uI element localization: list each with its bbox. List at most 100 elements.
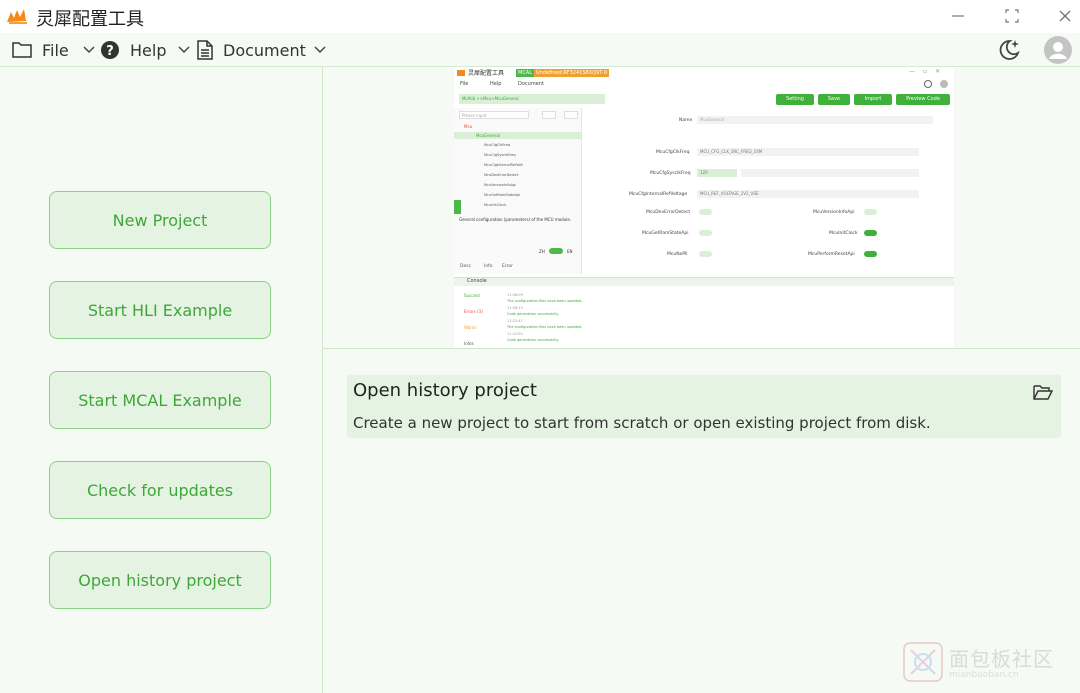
- mini-tree-item: McuCfgSysclkFreq: [484, 153, 516, 157]
- mini-tree-item: McuCfgClkFreq: [484, 143, 510, 147]
- mini-avatar-icon: [940, 80, 948, 88]
- menu-document[interactable]: Document: [197, 33, 306, 67]
- maximize-icon: [1005, 9, 1019, 23]
- preview-screenshot: 灵犀配置工具 MCAL Undefined:RF3241S8XQ9T-0 —▫✕…: [454, 67, 954, 348]
- user-avatar-icon[interactable]: [1044, 36, 1072, 64]
- dark-mode-toggle-icon[interactable]: [996, 37, 1022, 63]
- mini-badge-mcal: MCAL: [516, 69, 535, 77]
- open-history-project-button[interactable]: Open history project: [49, 551, 271, 609]
- check-for-updates-button[interactable]: Check for updates: [49, 461, 271, 519]
- mini-name-field: McuGeneral: [697, 116, 933, 124]
- mini-toggle: [864, 209, 877, 215]
- open-folder-icon[interactable]: [1033, 383, 1053, 401]
- svg-text:?: ?: [106, 44, 114, 59]
- mini-toggle-label: McuInitClock: [829, 231, 858, 236]
- menu-document-label: Document: [223, 40, 306, 60]
- mini-expand-handle: [454, 200, 461, 214]
- minimize-icon: [952, 15, 964, 17]
- mini-lang-toggle: [549, 248, 563, 254]
- history-project-card[interactable]: Open history project Create a new projec…: [347, 375, 1061, 438]
- menu-help[interactable]: ? Help: [100, 33, 166, 67]
- mini-tree-item: McuVersionInfoApi: [484, 183, 517, 187]
- watermark: 面包板社区 mianbaoban.cn: [901, 640, 1076, 686]
- mini-console-line: Code generation successfully.: [507, 338, 559, 342]
- mini-import-button: Import: [854, 94, 892, 105]
- mini-tree-item: McuGetRamStateApi: [484, 193, 521, 197]
- mini-logo-icon: [457, 70, 465, 76]
- mini-field-extra: [741, 169, 919, 177]
- mini-console-tab: Warns: [464, 325, 477, 330]
- mini-badge-project: Undefined:RF3241S8XQ9T-0: [534, 69, 609, 77]
- mini-field-value: MCU_REF_VOLTAGE_1V2_USE: [697, 190, 919, 198]
- mini-toggle: [864, 230, 877, 236]
- mini-tree-item: McuInitClock: [484, 203, 507, 207]
- mini-name-label: Name: [679, 118, 693, 123]
- card-description: Create a new project to start from scrat…: [353, 414, 931, 432]
- mini-toggle: [699, 230, 712, 236]
- start-mcal-example-button[interactable]: Start MCAL Example: [49, 371, 271, 429]
- menu-file[interactable]: File: [12, 33, 69, 67]
- mini-window-controls: —▫✕: [909, 68, 949, 75]
- minimize-button[interactable]: [947, 5, 969, 27]
- help-circle-icon: ?: [101, 41, 119, 59]
- mini-console-line: Code generation successfully.: [507, 312, 559, 316]
- mini-toggle: [699, 209, 712, 215]
- mini-path-bar: McAlib >>Mcu>McuGeneral: [459, 94, 605, 104]
- mini-tree-item: McuDevErrorDetect: [484, 173, 519, 177]
- watermark-logo-icon: [903, 642, 943, 682]
- mini-tree-item: McuCfgInternalRefVolt: [484, 163, 523, 167]
- close-icon: [1059, 10, 1071, 22]
- chevron-down-icon[interactable]: [82, 42, 96, 56]
- maximize-button[interactable]: [1001, 5, 1023, 27]
- mini-console-line: 11:22:50: [507, 332, 523, 336]
- mini-tree-selected: [454, 132, 582, 139]
- mini-tab-error: Error: [502, 264, 513, 269]
- mini-app-title: 灵犀配置工具: [468, 70, 505, 77]
- mini-console-tab: Success: [464, 293, 481, 298]
- mini-console-header: [454, 277, 954, 286]
- mini-dark-mode-icon: [924, 80, 932, 88]
- mini-desc-text: General configuration (parameters) of th…: [459, 217, 572, 222]
- watermark-text: 面包板社区: [949, 647, 1054, 671]
- document-icon: [197, 40, 213, 60]
- mini-tree-item: McuGeneral: [476, 133, 500, 138]
- menu-help-label: Help: [130, 40, 167, 60]
- mini-console-line: 11:22:47: [507, 319, 523, 323]
- mini-setting-button: Setting: [776, 94, 814, 105]
- mini-field-value: MCU_CFG_CLK_SRC_FREQ_16M: [697, 148, 919, 156]
- title-bar: 灵犀配置工具: [0, 0, 1080, 33]
- app-logo-icon: [7, 9, 27, 24]
- mini-console-line: 11:58:13: [507, 306, 523, 310]
- mini-toggle-label: McuPerformResetApi: [808, 252, 855, 257]
- mini-preview-code-button: Preview Code: [896, 94, 950, 105]
- mini-lang-left: ZH: [539, 249, 545, 254]
- mini-console-tab: Errors (3): [464, 309, 483, 314]
- chevron-down-icon[interactable]: [177, 42, 191, 56]
- mini-console-tab: Infos: [464, 341, 474, 346]
- action-panel: New Project Start HLI Example Start MCAL…: [0, 67, 323, 693]
- menu-bar: File ? Help Document: [0, 33, 1080, 67]
- preview-area: 灵犀配置工具 MCAL Undefined:RF3241S8XQ9T-0 —▫✕…: [323, 67, 1080, 349]
- mini-tree-item: Mcu: [464, 124, 473, 129]
- mini-toggle-label: McuGetRamStateApi: [642, 231, 689, 236]
- mini-toggle-label: McuDevErrorDetect: [646, 210, 691, 215]
- mini-search-input: Please input: [459, 111, 529, 119]
- mini-toggle: [699, 251, 712, 257]
- mini-toggle: [864, 251, 877, 257]
- app-title: 灵犀配置工具: [36, 9, 144, 30]
- mini-field-label: McuCfgClkFreq: [656, 150, 690, 155]
- start-hli-example-button[interactable]: Start HLI Example: [49, 281, 271, 339]
- new-project-button[interactable]: New Project: [49, 191, 271, 249]
- folder-icon: [12, 42, 32, 58]
- mini-field-label: McuCfgInternalRefVoltage: [629, 192, 688, 197]
- mini-filter-button: [564, 111, 578, 119]
- mini-console-title: Console: [467, 278, 487, 284]
- mini-menu-help: Help: [490, 81, 502, 87]
- mini-tab-desc: Desc: [460, 264, 472, 269]
- mini-console-line: 11:58:09: [507, 293, 523, 297]
- mini-toggle-label: McuVersionInfoApi: [813, 210, 855, 215]
- mini-search-button: [542, 111, 556, 119]
- close-button[interactable]: [1054, 5, 1076, 27]
- mini-menu-document: Document: [518, 81, 544, 87]
- chevron-down-icon[interactable]: [313, 42, 327, 56]
